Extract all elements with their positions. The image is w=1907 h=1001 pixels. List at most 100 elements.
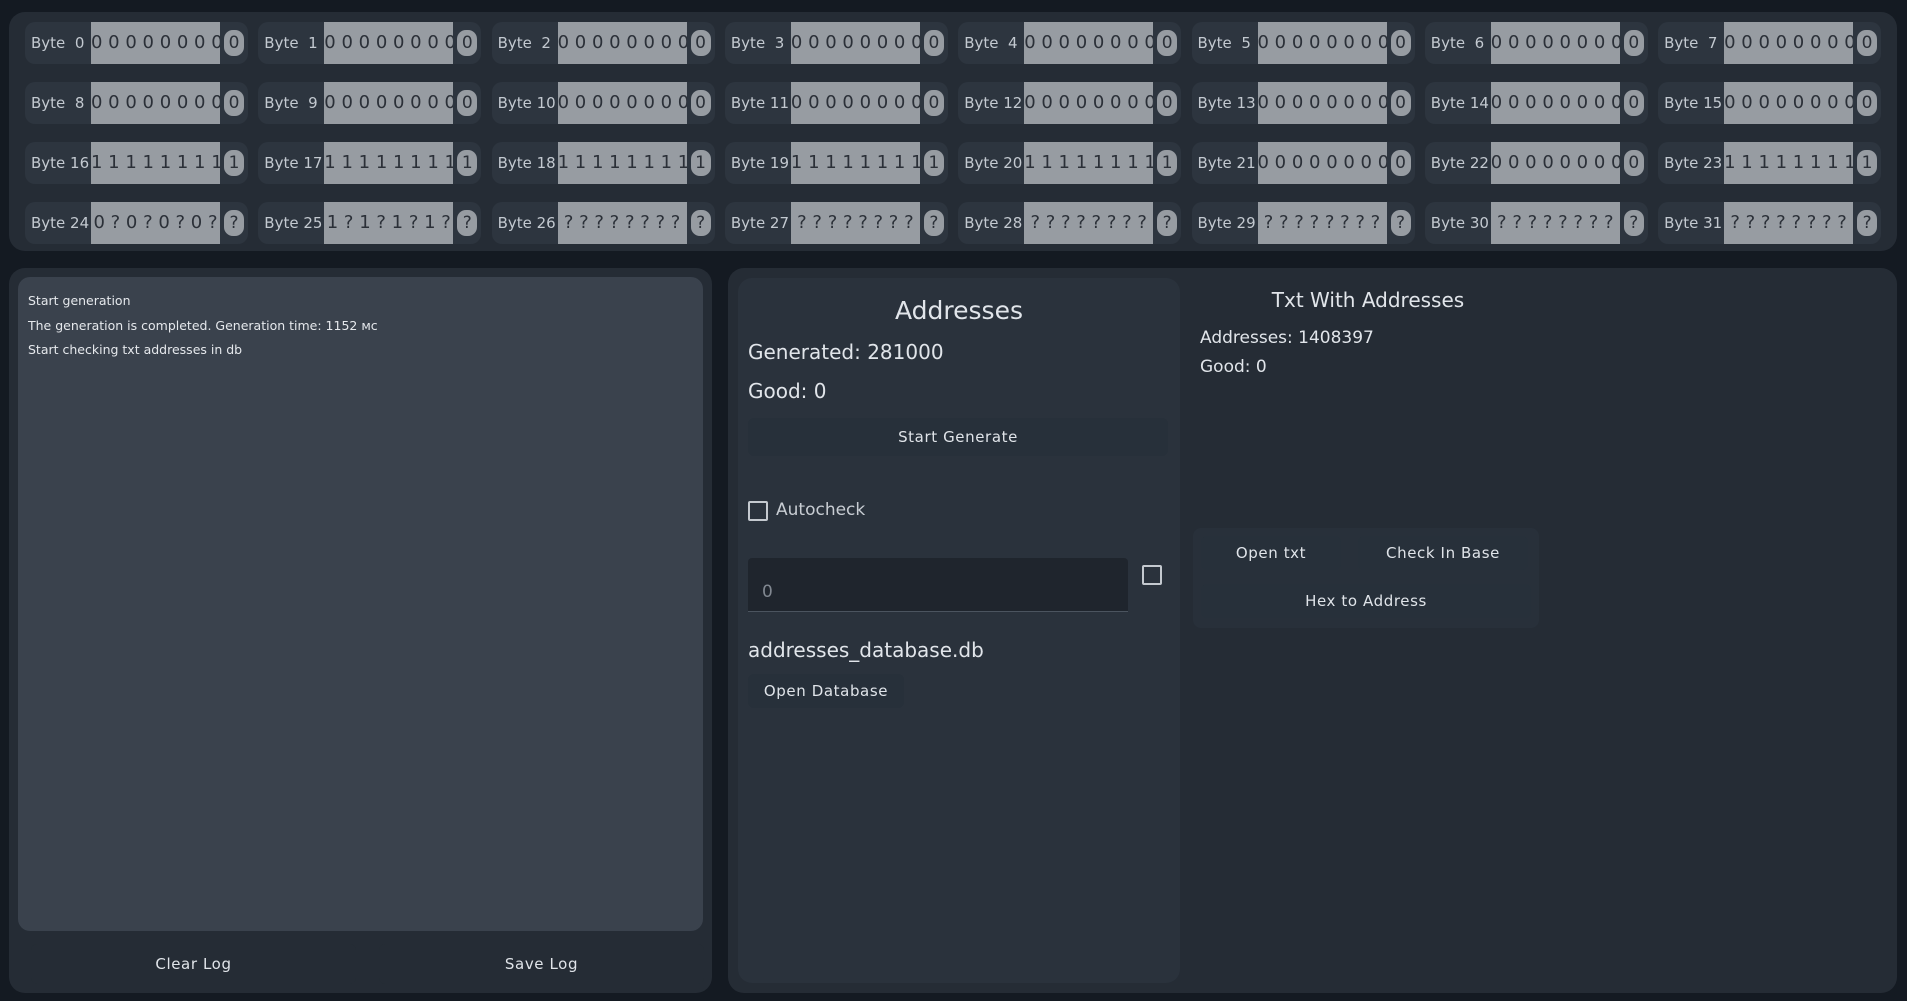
log-line: The generation is completed. Generation … xyxy=(28,317,378,333)
txt-actions: Open txt Check In Base Hex to Address xyxy=(1193,528,1539,628)
byte-result-badge: ? xyxy=(1157,210,1178,236)
txt-title: Txt With Addresses xyxy=(1271,288,1465,312)
byte-bits-input[interactable]: 0 0 0 0 0 0 0 0 xyxy=(1490,22,1620,64)
byte-cell: Byte 11 0 0 0 0 0 0 0 00 xyxy=(724,82,948,124)
byte-bits-input[interactable]: 0 0 0 0 0 0 0 0 xyxy=(1724,82,1854,124)
byte-label: Byte 31 xyxy=(1664,214,1723,232)
txt-addresses-count: Addresses: 1408397 xyxy=(1200,328,1374,348)
byte-label: Byte 4 xyxy=(964,34,1018,52)
byte-cell: Byte 31? ? ? ? ? ? ? ?? xyxy=(1658,202,1882,244)
generated-count: Generated: 281000 xyxy=(748,340,944,364)
byte-bits-input[interactable]: 0 0 0 0 0 0 0 0 xyxy=(790,22,920,64)
byte-bits-input[interactable]: 0 0 0 0 0 0 0 0 xyxy=(91,22,220,64)
count-field[interactable] xyxy=(748,558,1128,612)
byte-bits-input[interactable]: ? ? ? ? ? ? ? ? xyxy=(790,202,920,244)
byte-cell: Byte 0 0 0 0 0 0 0 0 00 xyxy=(25,22,248,64)
byte-bits-input[interactable]: 1 ? 1 ? 1 ? 1 ? xyxy=(324,202,454,244)
byte-result-badge: ? xyxy=(224,210,244,236)
log-output[interactable]: Start generation The generation is compl… xyxy=(18,277,703,931)
byte-bits-input[interactable]: ? ? ? ? ? ? ? ? xyxy=(1490,202,1620,244)
byte-cell: Byte 18 1 1 1 1 1 1 1 11 xyxy=(491,142,715,184)
byte-cell: Byte 27? ? ? ? ? ? ? ?? xyxy=(724,202,948,244)
byte-bits-input[interactable]: 1 1 1 1 1 1 1 1 xyxy=(1024,142,1154,184)
byte-label: Byte 27 xyxy=(730,214,790,232)
byte-label: Byte 15 xyxy=(1664,94,1723,112)
save-log-button[interactable]: Save Log xyxy=(379,944,704,984)
byte-bits-input[interactable]: 0 0 0 0 0 0 0 0 xyxy=(1024,82,1154,124)
byte-cell: Byte 12 0 0 0 0 0 0 0 00 xyxy=(958,82,1182,124)
byte-bits-input[interactable]: 0 ? 0 ? 0 ? 0 ? xyxy=(91,202,220,244)
byte-label: Byte 1 xyxy=(264,34,318,52)
byte-result-badge: 0 xyxy=(1390,30,1411,56)
byte-grid-panel: Byte 00 0 0 0 0 0 0 0 0 Byte 10 0 0 0 0 0 … xyxy=(9,12,1897,251)
byte-bits-input[interactable]: 0 0 0 0 0 0 0 0 xyxy=(1024,22,1154,64)
byte-result-badge: ? xyxy=(1390,210,1411,236)
byte-bits-input[interactable]: 1 1 1 1 1 1 1 1 xyxy=(557,142,687,184)
byte-bits-input[interactable]: 0 0 0 0 0 0 0 0 xyxy=(1724,22,1854,64)
byte-label: Byte 11 xyxy=(730,94,790,112)
byte-bits-input[interactable]: 0 0 0 0 0 0 0 0 xyxy=(1257,82,1387,124)
byte-result-badge: 1 xyxy=(1157,150,1178,176)
byte-label: Byte 16 xyxy=(31,154,90,172)
clear-log-button[interactable]: Clear Log xyxy=(31,944,356,984)
byte-bits-input[interactable]: 1 1 1 1 1 1 1 1 xyxy=(324,142,454,184)
byte-label: Byte 18 xyxy=(497,154,556,172)
byte-bits-input[interactable]: 0 0 0 0 0 0 0 0 xyxy=(1490,82,1620,124)
byte-result-badge: 0 xyxy=(457,30,478,56)
byte-cell: Byte 6 0 0 0 0 0 0 0 00 xyxy=(1424,22,1648,64)
byte-bits-input[interactable]: ? ? ? ? ? ? ? ? xyxy=(1724,202,1854,244)
byte-bits-input[interactable]: 0 0 0 0 0 0 0 0 xyxy=(557,22,687,64)
byte-result-badge: 0 xyxy=(224,30,244,56)
byte-bits-input[interactable]: 0 0 0 0 0 0 0 0 xyxy=(1490,142,1620,184)
byte-bits-input[interactable]: ? ? ? ? ? ? ? ? xyxy=(557,202,687,244)
byte-bits-input[interactable]: 0 0 0 0 0 0 0 0 xyxy=(1257,142,1387,184)
byte-bits-input[interactable]: ? ? ? ? ? ? ? ? xyxy=(1257,202,1387,244)
byte-cell: Byte 21 0 0 0 0 0 0 0 00 xyxy=(1191,142,1415,184)
byte-bits-input[interactable]: 0 0 0 0 0 0 0 0 xyxy=(324,82,454,124)
byte-cell: Byte 24 0 ? 0 ? 0 ? 0 ?? xyxy=(25,202,248,244)
txt-good-count: Good: 0 xyxy=(1200,357,1267,377)
byte-result-badge: ? xyxy=(1623,210,1644,236)
addresses-card: Addresses Generated: 281000 Good: 0 Star… xyxy=(738,278,1180,983)
byte-bits-input[interactable]: 1 1 1 1 1 1 1 1 xyxy=(790,142,920,184)
byte-cell: Byte 15 0 0 0 0 0 0 0 00 xyxy=(1658,82,1882,124)
byte-result-badge: 1 xyxy=(224,150,244,176)
byte-result-badge: ? xyxy=(1857,210,1878,236)
open-txt-button[interactable]: Open txt xyxy=(1201,536,1341,570)
byte-result-badge: 0 xyxy=(1157,90,1178,116)
byte-bits-input[interactable]: 1 1 1 1 1 1 1 1 xyxy=(91,142,220,184)
good-count: Good: 0 xyxy=(748,379,827,403)
byte-bits-input[interactable]: ? ? ? ? ? ? ? ? xyxy=(1024,202,1154,244)
byte-bits-input[interactable]: 0 0 0 0 0 0 0 0 xyxy=(1257,22,1387,64)
byte-cell: Byte 1 0 0 0 0 0 0 0 00 xyxy=(258,22,482,64)
start-generate-button[interactable]: Start Generate xyxy=(748,418,1168,456)
byte-result-badge: 1 xyxy=(1857,150,1878,176)
count-field-checkbox[interactable] xyxy=(1142,565,1162,585)
byte-result-badge: 0 xyxy=(1390,150,1411,176)
open-database-button[interactable]: Open Database xyxy=(748,674,904,708)
hex-to-address-button[interactable]: Hex to Address xyxy=(1201,584,1531,618)
byte-label: Byte 20 xyxy=(964,154,1023,172)
byte-cell: Byte 5 0 0 0 0 0 0 0 00 xyxy=(1191,22,1415,64)
byte-cell: Byte 10 0 0 0 0 0 0 0 00 xyxy=(491,82,715,124)
byte-result-badge: 0 xyxy=(1390,90,1411,116)
byte-bits-input[interactable]: 0 0 0 0 0 0 0 0 xyxy=(790,82,920,124)
byte-cell: Byte 26? ? ? ? ? ? ? ?? xyxy=(491,202,715,244)
byte-label: Byte 6 xyxy=(1430,34,1485,52)
byte-bits-input[interactable]: 0 0 0 0 0 0 0 0 xyxy=(91,82,220,124)
byte-label: Byte 13 xyxy=(1197,94,1256,112)
byte-label: Byte 0 xyxy=(31,34,85,52)
autocheck-checkbox[interactable] xyxy=(748,501,768,521)
count-input[interactable] xyxy=(762,582,1112,602)
byte-bits-input[interactable]: 0 0 0 0 0 0 0 0 xyxy=(324,22,454,64)
byte-result-badge: 0 xyxy=(923,90,944,116)
addresses-title: Addresses xyxy=(895,296,1023,325)
byte-label: Byte 25 xyxy=(264,214,323,232)
byte-bits-input[interactable]: 0 0 0 0 0 0 0 0 xyxy=(557,82,687,124)
log-panel: Start generation The generation is compl… xyxy=(9,268,712,993)
database-filename: addresses_database.db xyxy=(748,638,984,662)
byte-result-badge: 0 xyxy=(923,30,944,56)
check-in-base-button[interactable]: Check In Base xyxy=(1358,536,1528,570)
byte-label: Byte 10 xyxy=(497,94,556,112)
byte-bits-input[interactable]: 1 1 1 1 1 1 1 1 xyxy=(1724,142,1854,184)
